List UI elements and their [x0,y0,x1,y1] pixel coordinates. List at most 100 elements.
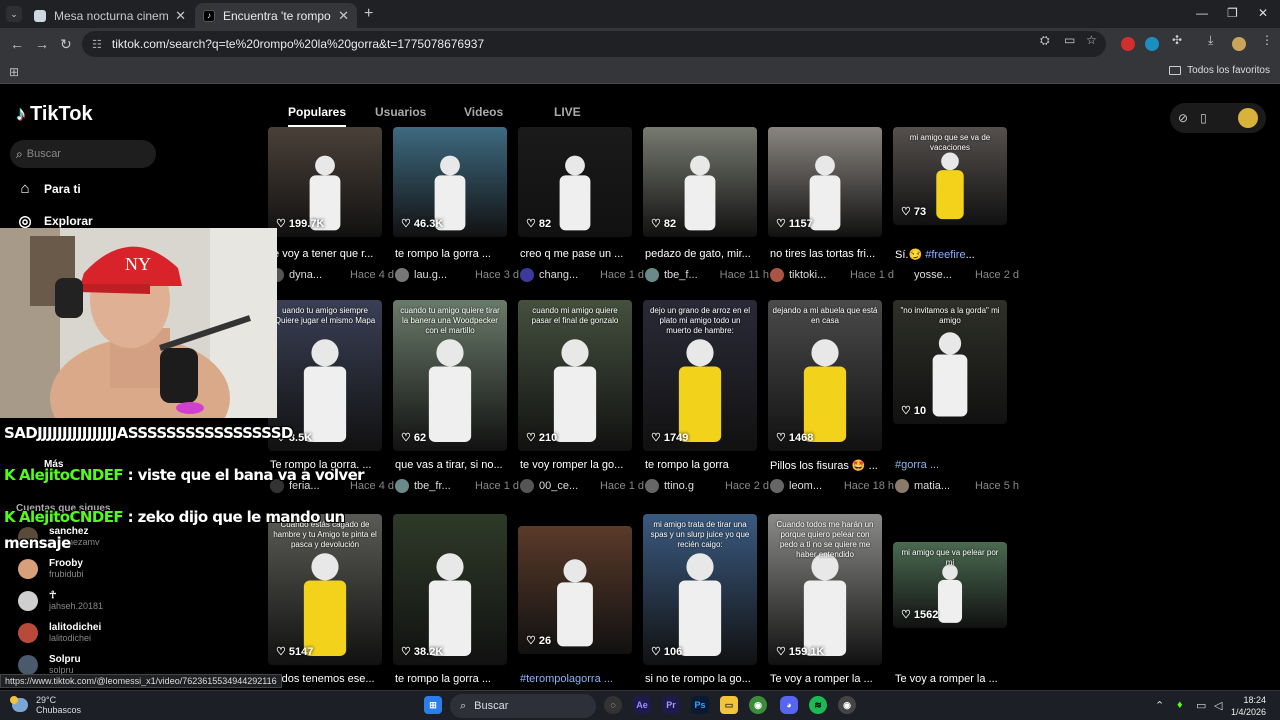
video-caption[interactable]: si no te rompo la go... [645,673,763,685]
author-name[interactable]: tbe_fr... [414,480,466,492]
photoshop-icon[interactable]: Ps [691,696,709,714]
video-thumbnail[interactable]: dejo un grano de arroz en el plato mi am… [643,300,757,451]
video-thumbnail[interactable]: ♡ 38.2K [393,514,507,665]
mic-icon[interactable]: ♦ [1177,699,1183,711]
network-icon[interactable]: ▭ [1196,699,1206,712]
video-caption[interactable]: te rompo la gorra ... [395,673,513,685]
extension-icon[interactable] [1145,37,1159,51]
coin-icon[interactable]: ⊘ [1178,111,1188,125]
video-thumbnail[interactable]: Cuando estás cagado de hambre y tu Amigo… [268,514,382,665]
video-thumbnail[interactable]: mi amigo que va pelear por mi ♡ 1562 [893,542,1007,628]
video-caption[interactable]: creo q me pase un ... [520,248,638,260]
translate-icon[interactable]: ⛭ [1040,33,1050,48]
author-avatar[interactable] [395,268,409,282]
phone-icon[interactable]: ▯ [1200,111,1207,125]
video-caption[interactable]: no tires las tortas fri... [770,248,888,260]
search-input[interactable]: ⌕ Buscar [10,140,156,168]
video-thumbnail[interactable]: cuando tu amigo quiere tirar la banera u… [393,300,507,451]
video-thumbnail[interactable]: ♡ 199.7K [268,127,382,237]
author-name[interactable]: yosse... [914,269,966,281]
video-caption[interactable]: te rompo la gorra ... [395,248,513,260]
taskbar-search[interactable]: ⌕ Buscar [450,694,596,718]
close-window-icon[interactable]: ✕ [1258,6,1268,20]
apps-grid-icon[interactable]: ⊞ [9,65,19,79]
extension-icon[interactable] [1121,37,1135,51]
download-icon[interactable]: ⤓ [1208,33,1213,48]
video-thumbnail[interactable]: ♡ 82 [518,127,632,237]
video-thumbnail[interactable]: cuando mi amigo quiere pasar el final de… [518,300,632,451]
browser-tab-1[interactable]: Mesa nocturna cinematica ✕ [26,3,194,28]
menu-dots-icon[interactable]: ⋮ [1261,33,1273,47]
spotify-icon[interactable]: ≋ [809,696,827,714]
chrome-active-icon[interactable]: ◉ [838,696,856,714]
clock[interactable]: 18:24 1/4/2026 [1231,694,1266,718]
author-avatar[interactable] [395,479,409,493]
cast-icon[interactable]: ▭ [1064,33,1075,47]
tray-chevron-icon[interactable]: ⌃ [1155,699,1164,712]
video-caption[interactable]: Te voy a romper la ... [895,673,1013,685]
bookmark-star-icon[interactable]: ☆ [1086,33,1097,47]
all-bookmarks-folder[interactable]: Todos los favoritos [1169,65,1270,76]
following-item[interactable]: lalitodichei lalitodichei [18,622,101,643]
author-avatar[interactable] [520,268,534,282]
tab-videos[interactable]: Videos [464,105,503,119]
video-caption[interactable]: #terompolagorra ... [520,673,638,685]
author-avatar[interactable] [645,479,659,493]
author-avatar[interactable] [770,479,784,493]
tab-live[interactable]: LIVE [554,105,581,119]
premiere-icon[interactable]: Pr [662,696,680,714]
restore-icon[interactable]: ❐ [1227,6,1238,20]
author-avatar[interactable] [520,479,534,493]
video-thumbnail[interactable]: mi amigo trata de tirar una spas y un sl… [643,514,757,665]
browser-tab-2[interactable]: ♪ Encuentra 'te rompo la gorra' en T ✕ [195,3,357,28]
following-item[interactable]: Solpru solpru [18,654,81,675]
author-name[interactable]: ttino.g [664,480,716,492]
video-thumbnail[interactable]: mi amigo que se va de vacaciones ♡ 73 [893,127,1007,225]
video-caption[interactable]: Te voy a romper la ... [770,673,888,685]
author-name[interactable]: matia... [914,480,966,492]
start-icon[interactable]: ⊞ [424,696,442,714]
address-bar[interactable]: ☷ tiktok.com/search?q=te%20rompo%20la%20… [82,31,1106,57]
back-icon[interactable]: ← [10,36,24,52]
minimize-icon[interactable]: — [1196,6,1208,20]
video-caption[interactable]: Sí.😏 #freefire... [895,248,1013,261]
weather-widget[interactable]: 29°C Chubascos [10,695,81,715]
sidebar-item-para-ti[interactable]: ⌂ Para ti [16,180,80,197]
video-thumbnail[interactable]: "no invitamos a la gorda" mi amigo ♡ 10 [893,300,1007,424]
video-thumbnail[interactable]: ♡ 1157 [768,127,882,237]
video-caption[interactable]: que vas a tirar, si no... [395,459,513,471]
new-tab-icon[interactable]: + [364,5,373,23]
file-explorer-icon[interactable]: ▭ [720,696,738,714]
video-caption[interactable]: #gorra ... [895,459,1013,471]
author-name[interactable]: tiktoki... [789,269,841,281]
discord-icon[interactable]: ◕ [780,696,798,714]
video-caption[interactable]: Pillos los fisuras 🤩 ... [770,459,888,472]
app-icon[interactable]: ◌ [604,696,622,714]
video-caption[interactable]: Todos tenemos ese... [270,673,388,685]
author-avatar[interactable] [895,268,909,282]
reload-icon[interactable]: ↻ [60,36,72,53]
author-name[interactable]: dyna... [289,269,341,281]
after-effects-icon[interactable]: Ae [633,696,651,714]
author-avatar[interactable] [770,268,784,282]
volume-icon[interactable]: ◁ [1214,699,1222,712]
tab-list-button[interactable]: ⌄ [6,6,22,22]
video-caption[interactable]: te voy a tener que r... [270,248,388,260]
tiktok-logo[interactable]: ♪ TikTok [16,103,93,126]
tab-populares[interactable]: Populares [288,105,347,127]
author-name[interactable]: lau.g... [414,269,466,281]
video-caption[interactable]: te voy romper la go... [520,459,638,471]
video-thumbnail[interactable]: dejando a mi abuela que está en casa ♡ 14… [768,300,882,451]
close-tab-icon[interactable]: ✕ [338,8,349,24]
author-name[interactable]: chang... [539,269,591,281]
video-caption[interactable]: te rompo la gorra [645,459,763,471]
video-thumbnail[interactable]: ♡ 82 [643,127,757,237]
close-tab-icon[interactable]: ✕ [175,8,186,24]
author-avatar[interactable] [895,479,909,493]
video-thumbnail[interactable]: ♡ 46.3K [393,127,507,237]
video-caption[interactable]: pedazo de gato, mir... [645,248,763,260]
author-name[interactable]: tbe_f... [664,269,716,281]
site-info-icon[interactable]: ☷ [92,38,102,51]
extensions-puzzle-icon[interactable]: ✣ [1172,33,1182,47]
author-avatar[interactable] [645,268,659,282]
